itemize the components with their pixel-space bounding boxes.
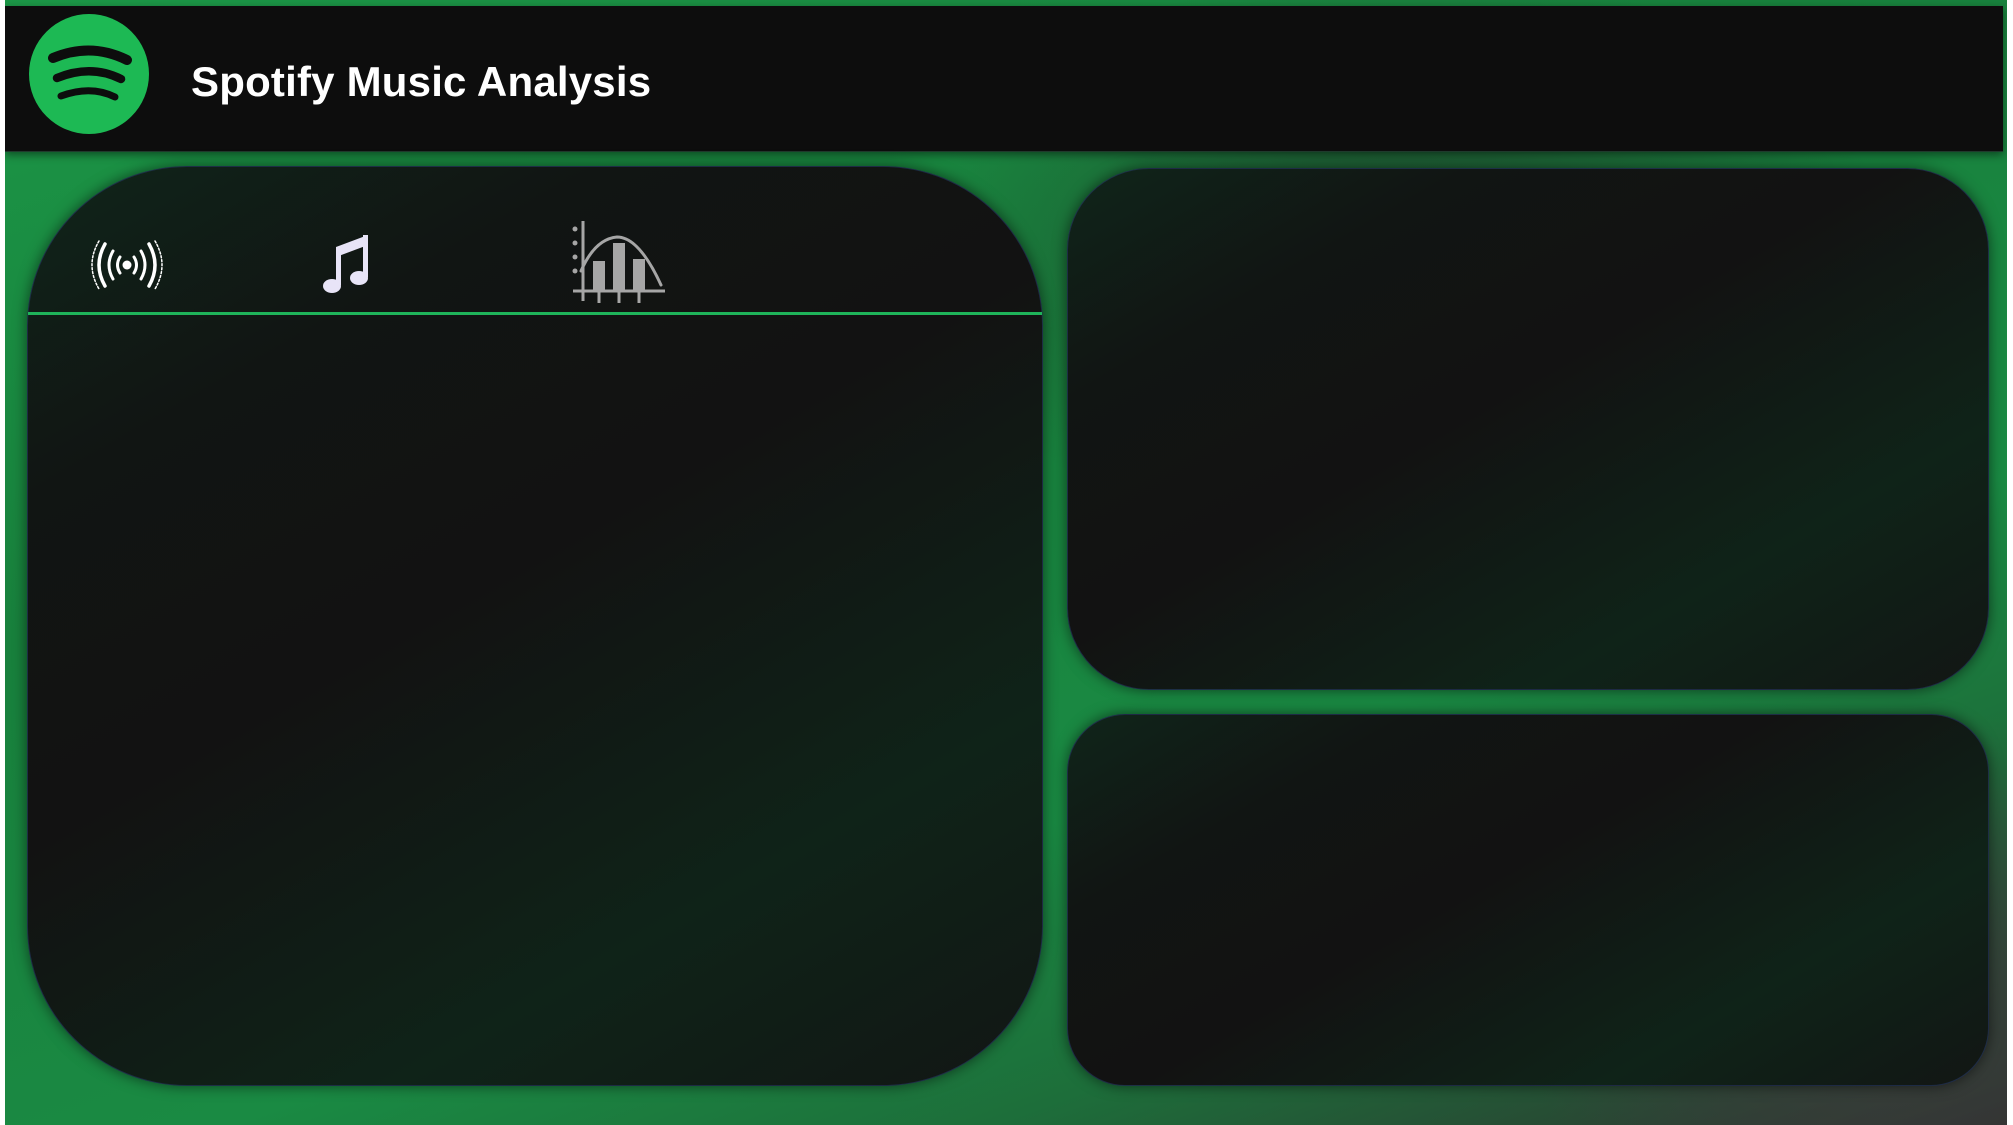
broadcast-icon	[91, 240, 163, 290]
spotify-logo-icon	[29, 14, 149, 134]
dashboard-background: Spotify Music Analysis	[5, 0, 2007, 1125]
music-note-icon	[323, 235, 368, 293]
icon-tab-row	[28, 167, 1042, 315]
tab-music[interactable]	[293, 223, 403, 305]
left-panel	[27, 166, 1043, 1086]
header-bar: Spotify Music Analysis	[5, 6, 2003, 152]
histogram-bell-curve-icon	[572, 221, 665, 303]
tab-broadcast[interactable]	[72, 229, 182, 301]
tab-statistics[interactable]	[564, 217, 674, 307]
tab-divider	[28, 312, 1042, 315]
page-title: Spotify Music Analysis	[191, 58, 652, 105]
right-top-panel	[1067, 168, 1989, 690]
right-bottom-panel	[1067, 714, 1989, 1086]
